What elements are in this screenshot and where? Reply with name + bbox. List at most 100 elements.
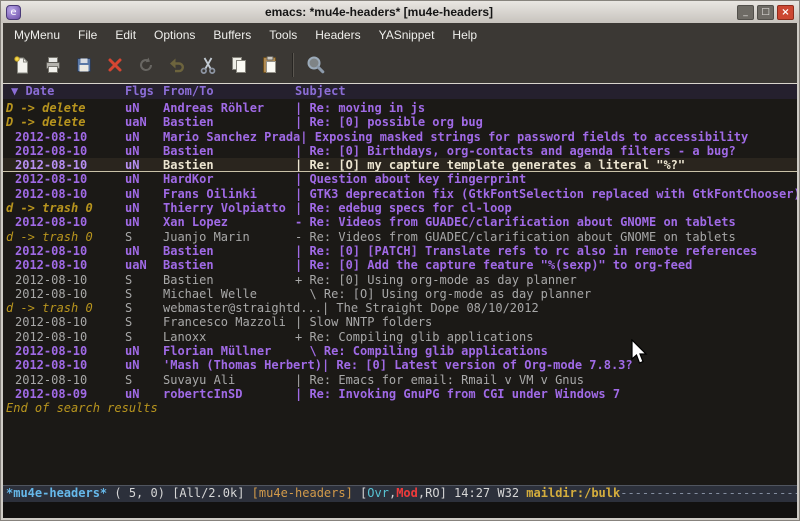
menu-item-yasnippet[interactable]: YASnippet [370,25,444,45]
column-header-date[interactable]: ▼ Date [3,84,125,99]
copy-icon[interactable] [225,51,253,79]
message-row[interactable]: 2012-08-10uN'Mash (Thomas Herbert)| Re: … [3,358,797,372]
message-row[interactable]: d -> trash 0Swebmaster@straightd...| The… [3,301,797,315]
message-row[interactable]: 2012-08-10uNHardKor| Question about key … [3,172,797,186]
message-flags: S [125,301,163,315]
message-row[interactable]: 2012-08-10uNFrans Oilinki| GTK3 deprecat… [3,187,797,201]
menu-item-file[interactable]: File [69,25,106,45]
menu-item-tools[interactable]: Tools [260,25,306,45]
message-from: webmaster@straightd... [163,301,322,315]
window-frame: MyMenuFileEditOptionsBuffersToolsHeaders… [1,23,799,520]
new-file-icon[interactable] [8,51,36,79]
message-subject: | Re: [0] [PATCH] Translate refs to rc a… [295,244,797,258]
maximize-button[interactable]: □ [757,5,774,20]
message-row[interactable]: 2012-08-10uaNBastien| Re: [0] Add the ca… [3,258,797,272]
message-subject: - Re: Videos from GUADEC/clarification a… [295,230,797,244]
message-row[interactable]: 2012-08-10uNMario Sanchez Prada| Exposin… [3,130,797,144]
message-from: Thierry Volpiatto [163,201,295,215]
paste-icon[interactable] [256,51,284,79]
message-flags: S [125,315,163,329]
message-date: 2012-08-10 [3,344,125,358]
message-from: Florian Müllner [163,344,295,358]
message-list: D -> deleteuNAndreas Röhler| Re: moving … [3,101,797,401]
modeline-segment: *mu4e-headers* [6,486,107,500]
message-flags: uN [125,344,163,358]
message-subject: + Re: [0] Using org-mode as day planner [295,273,797,287]
message-from: Suvayu Ali [163,373,295,387]
message-row[interactable]: D -> deleteuNAndreas Röhler| Re: moving … [3,101,797,115]
message-date: 2012-08-10 [3,130,125,144]
message-from: Juanjo Marin [163,230,295,244]
modeline-segment: [All/2.0k] [172,486,251,500]
modeline-segment: RO [425,486,439,500]
message-subject: | Re: [0] possible org bug [295,115,797,129]
message-row[interactable]: 2012-08-10SLanoxx+ Re: Compiling glib ap… [3,330,797,344]
message-flags: S [125,230,163,244]
print-icon[interactable] [39,51,67,79]
message-flags: uaN [125,115,163,129]
menu-bar: MyMenuFileEditOptionsBuffersToolsHeaders… [3,23,797,46]
column-header-flags[interactable]: Flgs [125,84,163,99]
message-subject: | Re: Emacs for email: Rmail v VM v Gnus [295,373,797,387]
message-row[interactable]: 2012-08-10SSuvayu Ali| Re: Emacs for ema… [3,373,797,387]
message-from: Lanoxx [163,330,295,344]
message-row[interactable]: 2012-08-10SMichael Welle \ Re: [O] Using… [3,287,797,301]
message-row[interactable]: 2012-08-10SFrancesco Mazzoli| Slow NNTP … [3,315,797,329]
message-from: Michael Welle [163,287,295,301]
message-row[interactable]: 2012-08-10uNFlorian Müllner \ Re: Compil… [3,344,797,358]
search-icon[interactable] [302,51,330,79]
message-subject: \ Re: Compiling glib applications [295,344,797,358]
tool-bar [3,46,797,84]
message-date: d -> trash 0 [3,201,125,215]
message-row[interactable]: d -> trash 0SJuanjo Marin- Re: Videos fr… [3,230,797,244]
message-flags: S [125,330,163,344]
menu-item-buffers[interactable]: Buffers [204,25,260,45]
close-icon[interactable] [101,51,129,79]
column-header-from[interactable]: From/To [163,84,295,99]
message-date: 2012-08-09 [3,387,125,401]
minimize-button[interactable]: _ [737,5,754,20]
close-button[interactable]: × [777,5,794,20]
emacs-window: e emacs: *mu4e-headers* [mu4e-headers] _… [0,0,800,521]
message-date: 2012-08-10 [3,358,125,372]
modeline-segment: ( 5, 0) [107,486,172,500]
message-row[interactable]: 2012-08-10uNBastien| Re: [0] [PATCH] Tra… [3,244,797,258]
echo-area[interactable] [3,502,797,518]
message-flags: S [125,373,163,387]
message-flags: uN [125,130,163,144]
message-row[interactable]: D -> deleteuaNBastien| Re: [0] possible … [3,115,797,129]
message-row[interactable]: 2012-08-10uNBastien| Re: [O] my capture … [3,158,797,172]
message-date: 2012-08-10 [3,273,125,287]
message-flags: uN [125,144,163,158]
column-header-subject[interactable]: Subject [295,84,797,99]
message-flags: uN [125,244,163,258]
modeline-segment: W32 [497,486,526,500]
message-flags: uN [125,158,163,171]
menu-item-mymenu[interactable]: MyMenu [5,25,69,45]
cut-icon[interactable] [194,51,222,79]
message-row[interactable]: 2012-08-10uNXan Lopez- Re: Videos from G… [3,215,797,229]
menu-item-help[interactable]: Help [443,25,486,45]
emacs-app-icon: e [6,5,21,20]
message-from: Bastien [163,115,295,129]
message-subject: | GTK3 deprecation fix (GtkFontSelection… [295,187,797,201]
message-date: 2012-08-10 [3,215,125,229]
message-from: Mario Sanchez Prada [163,130,300,144]
message-row[interactable]: d -> trash 0uNThierry Volpiatto| Re: ede… [3,201,797,215]
menu-item-options[interactable]: Options [145,25,204,45]
menu-item-headers[interactable]: Headers [306,25,369,45]
window-title: emacs: *mu4e-headers* [mu4e-headers] [26,5,732,19]
message-row[interactable]: 2012-08-10uNBastien| Re: [0] Birthdays, … [3,144,797,158]
message-from: Bastien [163,258,295,272]
message-row[interactable]: 2012-08-09uNrobertcInSD| Re: Invoking Gn… [3,387,797,401]
message-row[interactable]: 2012-08-10SBastien+ Re: [0] Using org-mo… [3,273,797,287]
message-flags: uaN [125,258,163,272]
message-date: d -> trash 0 [3,230,125,244]
save-icon[interactable] [70,51,98,79]
message-flags: uN [125,358,163,372]
end-of-search-results: End of search results [3,401,797,415]
message-from: 'Mash (Thomas Herbert) [163,358,322,372]
message-subject: + Re: Compiling glib applications [295,330,797,344]
message-from: Xan Lopez [163,215,295,229]
menu-item-edit[interactable]: Edit [106,25,145,45]
